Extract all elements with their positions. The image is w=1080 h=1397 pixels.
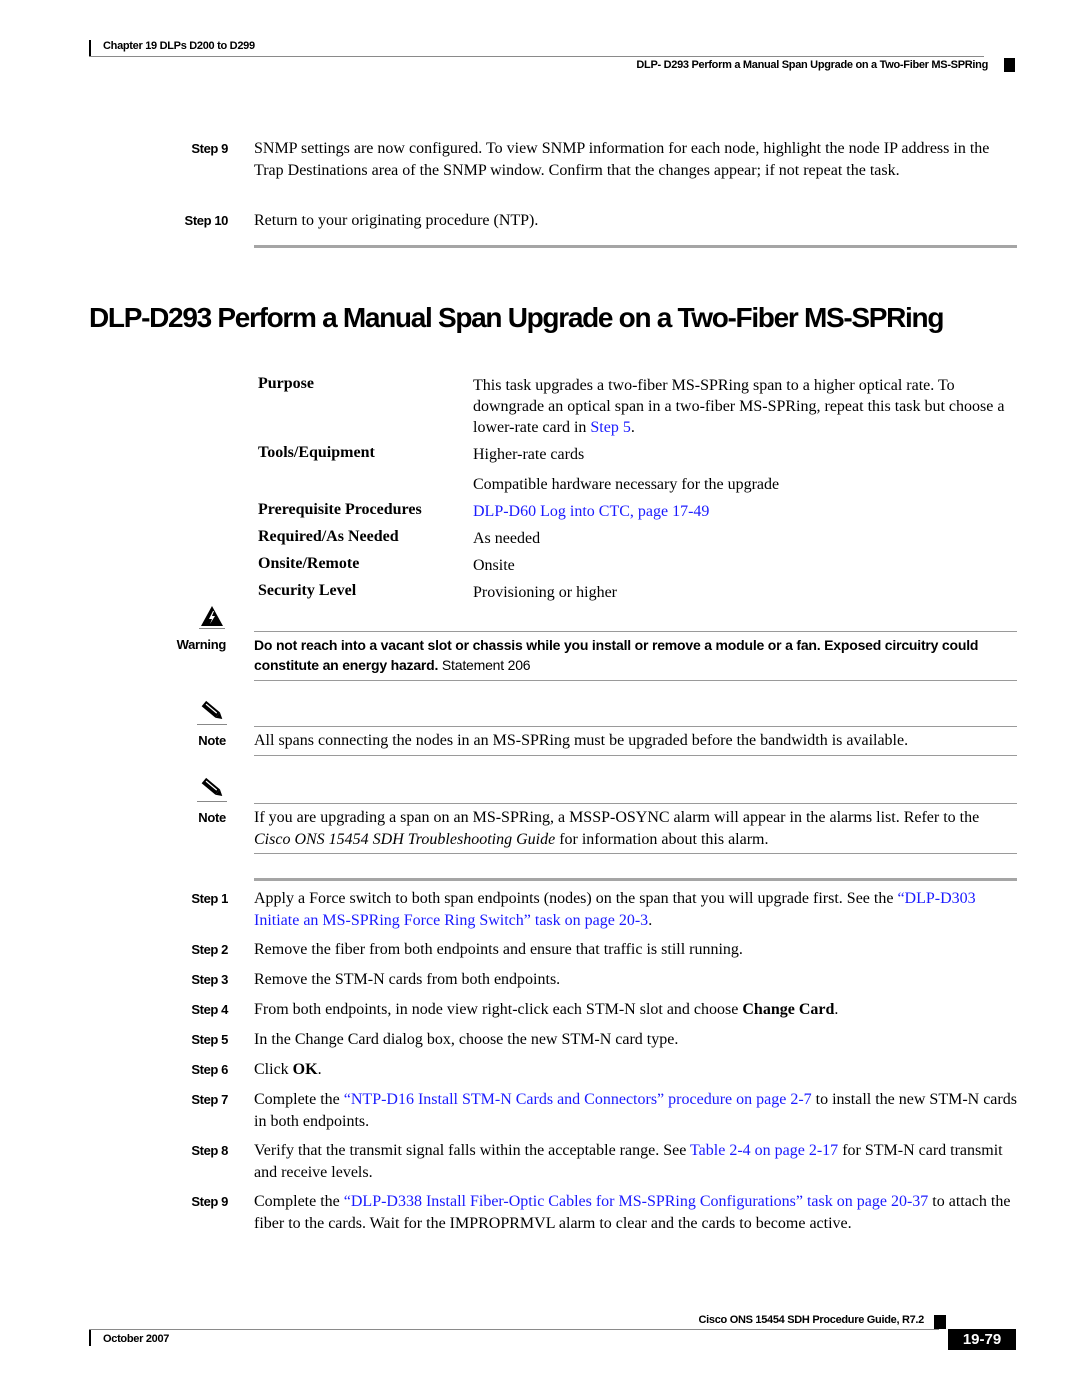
tools-label: Tools/Equipment (258, 444, 375, 461)
step-text: From both endpoints, in node view right-… (254, 999, 1019, 1021)
ntp-d16-link[interactable]: “NTP-D16 Install STM-N Cards and Connect… (344, 1091, 812, 1108)
step-text: Complete the “DLP-D338 Install Fiber-Opt… (254, 1191, 1019, 1234)
step-text-part: Complete the (254, 1193, 344, 1210)
footer-rule (89, 1329, 939, 1330)
page-number: 19-79 (948, 1329, 1016, 1350)
step-text-part: Click (254, 1061, 293, 1078)
step-text-part: . (648, 911, 653, 929)
header-chapter: Chapter 19 DLPs D200 to D299 (103, 40, 255, 52)
note-2-text: If you are upgrading a span on an MS-SPR… (254, 807, 1019, 850)
note-2-top-rule (254, 803, 1017, 804)
step-label: Step 7 (191, 1092, 228, 1107)
warning-label: Warning (176, 637, 227, 652)
step-text: SNMP settings are now configured. To vie… (254, 140, 990, 179)
step-text: Return to your originating procedure (NT… (254, 212, 539, 229)
note-pencil-icon (197, 700, 227, 725)
warning-top-rule (254, 631, 1017, 632)
note-2-text-before: If you are upgrading a span on an MS-SPR… (254, 809, 980, 826)
page-title: DLP-D293 Perform a Manual Span Upgrade o… (89, 302, 944, 333)
tools-value-2: Compatible hardware necessary for the up… (473, 476, 780, 493)
step-text: Apply a Force switch to both span endpoi… (254, 888, 1019, 931)
step-label: Step 9 (191, 141, 228, 156)
footer-guide-title: Cisco ONS 15454 SDH Procedure Guide, R7.… (698, 1314, 924, 1326)
step-text: Complete the “NTP-D16 Install STM-N Card… (254, 1089, 1019, 1132)
header-square-marker (1004, 58, 1015, 72)
security-label: Security Level (258, 582, 357, 599)
step-text: Click OK. (254, 1059, 1019, 1081)
purpose-end: . (630, 419, 635, 436)
step-label: Step 5 (191, 1032, 228, 1047)
step-text: Remove the STM-N cards from both endpoin… (254, 971, 561, 988)
step-text: Verify that the transmit signal falls wi… (254, 1140, 1019, 1183)
header-section: DLP- D293 Perform a Manual Span Upgrade … (636, 59, 988, 71)
step-text-part: . (317, 1061, 322, 1078)
ok-command: OK (292, 1061, 318, 1078)
section-divider (254, 245, 1017, 248)
warning-statement: Statement 206 (438, 657, 531, 673)
purpose-value: This task upgrades a two-fiber MS-SPRing… (473, 375, 1018, 438)
warning-lightning-icon (199, 606, 225, 629)
step-text-part: Verify that the transmit signal falls wi… (254, 1142, 691, 1159)
tools-value-1: Higher-rate cards (473, 446, 585, 463)
step-5-link[interactable]: Step 5 (590, 419, 630, 436)
step-text: Remove the fiber from both endpoints and… (254, 941, 743, 958)
warning-text: Do not reach into a vacant slot or chass… (254, 635, 1019, 675)
note-1-label: Note (198, 733, 226, 748)
procedure-divider (254, 878, 1017, 881)
step-text: In the Change Card dialog box, choose th… (254, 1031, 679, 1048)
prereq-value: DLP-D60 Log into CTC, page 17-49 (473, 501, 1018, 522)
troubleshooting-guide-title: Cisco ONS 15454 SDH Troubleshooting Guid… (254, 830, 556, 848)
step-label: Step 3 (191, 972, 228, 987)
note-2-bottom-rule (254, 853, 1017, 854)
note-1-top-rule (254, 726, 1017, 727)
header-rule (89, 56, 984, 57)
required-label: Required/As Needed (258, 528, 399, 545)
table-2-4-link[interactable]: Table 2-4 on page 2-17 (690, 1142, 838, 1159)
step-text-part: Apply a Force switch to both span endpoi… (254, 890, 898, 907)
dlp-d338-link[interactable]: “DLP-D338 Install Fiber-Optic Cables for… (344, 1193, 929, 1210)
footer-date: October 2007 (103, 1333, 170, 1345)
security-value: Provisioning or higher (473, 584, 617, 601)
step-text-part: . (834, 1001, 839, 1018)
step-label: Step 8 (191, 1143, 228, 1158)
onsite-label: Onsite/Remote (258, 555, 360, 572)
prereq-link[interactable]: DLP-D60 Log into CTC, page 17-49 (473, 503, 709, 520)
header-left-bar (89, 40, 91, 56)
purpose-label: Purpose (258, 375, 314, 392)
note-pencil-icon (197, 777, 227, 802)
change-card-command: Change Card (742, 1001, 835, 1018)
footer-square-marker (934, 1315, 946, 1329)
step-label: Step 4 (191, 1002, 228, 1017)
onsite-value: Onsite (473, 557, 515, 574)
step-text-part: From both endpoints, in node view right-… (254, 1001, 743, 1018)
required-value: As needed (473, 530, 541, 547)
note-2-text-after: for information about this alarm. (555, 830, 769, 848)
step-label: Step 9 (191, 1194, 228, 1209)
note-2-label: Note (198, 810, 226, 825)
footer-left-bar (89, 1330, 91, 1346)
warning-bold-text: Do not reach into a vacant slot or chass… (254, 637, 979, 673)
step-label: Step 10 (184, 213, 229, 228)
step-text-part: Complete the (254, 1091, 344, 1108)
step-label: Step 1 (191, 891, 228, 906)
purpose-text: This task upgrades a two-fiber MS-SPRing… (473, 377, 1005, 436)
note-1-bottom-rule (254, 755, 1017, 756)
step-label: Step 2 (191, 942, 228, 957)
note-1-text: All spans connecting the nodes in an MS-… (254, 732, 909, 749)
prereq-label: Prerequisite Procedures (258, 501, 422, 518)
warning-bottom-rule (254, 680, 1017, 681)
step-label: Step 6 (191, 1062, 228, 1077)
